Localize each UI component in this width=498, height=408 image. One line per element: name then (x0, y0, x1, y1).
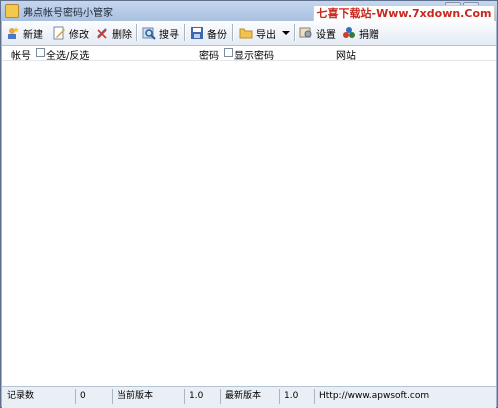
show-password-checkbox[interactable] (224, 48, 233, 57)
search-button[interactable]: 搜寻 (142, 23, 179, 43)
donate-gems-icon (343, 27, 355, 38)
backup-button-label: 备份 (207, 29, 227, 41)
new-button-label: 新建 (23, 29, 43, 41)
account-column-header: 帐号 (11, 51, 31, 62)
latest-version-value: 1.0 (280, 389, 315, 404)
show-password-label[interactable]: 显示密码 (234, 47, 274, 62)
delete-button-label: 删除 (112, 29, 132, 41)
app-key-icon (5, 4, 19, 18)
export-button-label: 导出 (256, 29, 276, 41)
search-button-label: 搜寻 (159, 29, 179, 41)
current-version-value: 1.0 (185, 389, 221, 404)
title-bar: 弗点帐号密码小管家 七喜下载站-Www.7xdown.Com (1, 1, 497, 22)
toolbar-separator (232, 24, 234, 41)
toolbar-separator (294, 24, 296, 41)
export-button[interactable]: 导出 (239, 23, 276, 43)
list-header: 帐号 全选/反选 密码 显示密码 网站 (2, 46, 496, 62)
backup-button[interactable]: 备份 (190, 23, 227, 43)
select-all-checkbox[interactable] (36, 48, 45, 57)
chevron-down-icon (282, 31, 290, 35)
website-link[interactable]: Http://www.apwsoft.com (315, 389, 494, 404)
current-version-label: 当前版本 (113, 389, 185, 404)
save-disk-icon (191, 27, 203, 39)
folder-icon (239, 28, 253, 39)
edit-icon (53, 26, 65, 40)
delete-button[interactable]: 删除 (95, 23, 132, 43)
password-column-header: 密码 (199, 51, 219, 62)
donate-button-label: 捐赠 (359, 29, 379, 41)
settings-button[interactable]: 设置 (299, 23, 336, 43)
edit-button-label: 修改 (69, 29, 89, 41)
settings-tools-icon (299, 27, 312, 38)
latest-version-label: 最新版本 (221, 389, 280, 404)
select-all-label[interactable]: 全选/反选 (46, 47, 89, 62)
toolbar-separator (184, 24, 186, 41)
search-icon (142, 27, 156, 40)
new-record-icon (8, 27, 19, 39)
app-window: 弗点帐号密码小管家 七喜下载站-Www.7xdown.Com 新建 修改 删除 (0, 0, 498, 408)
settings-button-label: 设置 (316, 29, 336, 41)
status-bar: 记录数 0 当前版本 1.0 最新版本 1.0 Http://www.apwso… (2, 386, 496, 408)
donate-button[interactable]: 捐赠 (342, 23, 379, 43)
edit-button[interactable]: 修改 (52, 23, 89, 43)
records-count-value: 0 (76, 389, 113, 404)
delete-icon (97, 28, 107, 39)
records-list[interactable] (2, 61, 496, 386)
window-title: 弗点帐号密码小管家 (23, 8, 113, 19)
toolbar: 新建 修改 删除 搜寻 备份 导出 设置 捐赠 (2, 21, 496, 46)
website-column-header: 网站 (336, 51, 356, 62)
export-dropdown-button[interactable] (282, 23, 290, 43)
watermark-logo: 七喜下载站-Www.7xdown.Com (313, 5, 495, 22)
new-button[interactable]: 新建 (6, 23, 43, 43)
toolbar-separator (136, 24, 138, 41)
records-count-label: 记录数 (3, 389, 76, 404)
